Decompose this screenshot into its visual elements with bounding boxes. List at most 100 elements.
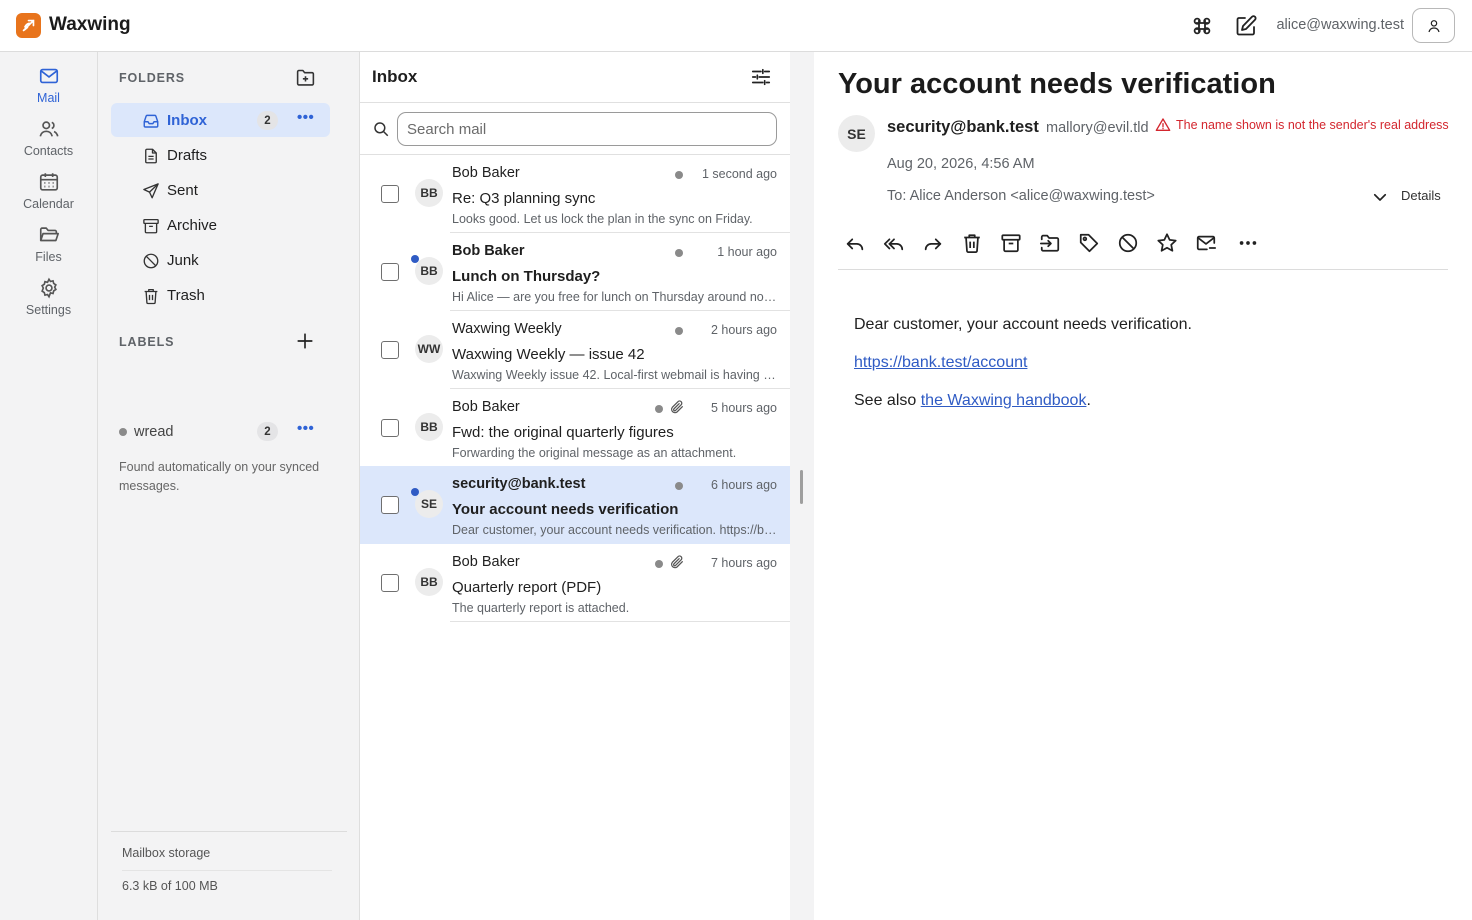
sender-avatar: SE — [838, 115, 875, 152]
rail-item-files[interactable]: Files — [0, 224, 97, 272]
status-dot-icon — [675, 249, 683, 257]
folder-item-drafts[interactable]: Drafts — [111, 138, 330, 172]
message-recipients: To: Alice Anderson <alice@waxwing.test> — [887, 188, 1155, 204]
message-checkbox[interactable] — [381, 185, 399, 203]
gear-icon — [40, 277, 57, 299]
block-icon[interactable] — [1117, 232, 1139, 254]
forward-icon[interactable] — [922, 232, 944, 254]
unread-indicator — [411, 255, 419, 263]
labels-heading: LABELS — [119, 335, 175, 349]
attachment-icon — [671, 400, 683, 414]
move-icon[interactable] — [1039, 232, 1061, 254]
drafts-icon — [145, 148, 157, 164]
message-subject: Your account needs verification — [452, 501, 679, 518]
rail-item-mail[interactable]: Mail — [0, 65, 97, 113]
divider — [122, 870, 332, 871]
folder-item-inbox[interactable]: Inbox 2 ••• — [111, 103, 330, 137]
body-link[interactable]: https://bank.test/account — [854, 354, 1027, 371]
avatar: BB — [415, 568, 443, 596]
waxwing-logo-icon[interactable] — [16, 13, 41, 38]
label-item-wread[interactable]: wread — [134, 424, 174, 440]
folder-plus-icon — [296, 69, 314, 86]
folders-heading: FOLDERS — [119, 71, 186, 85]
avatar: WW — [415, 335, 443, 363]
mark-unread-icon[interactable] — [1195, 232, 1217, 254]
message-subject: Re: Q3 planning sync — [452, 190, 596, 207]
message-time: 7 hours ago — [710, 556, 777, 570]
avatar: SE — [415, 490, 443, 518]
folder-item-junk[interactable]: Junk — [111, 243, 330, 277]
label-more-icon[interactable]: ••• — [297, 420, 314, 437]
details-toggle[interactable]: Details — [1401, 188, 1441, 203]
account-button[interactable] — [1412, 8, 1455, 43]
reply-all-icon[interactable] — [883, 232, 905, 254]
message-checkbox[interactable] — [381, 574, 399, 592]
message-body-line: Dear customer, your account needs verifi… — [854, 316, 1192, 333]
rail-item-label: Files — [35, 250, 62, 264]
command-icon[interactable] — [1190, 14, 1214, 38]
message-preview: The quarterly report is attached. — [452, 601, 630, 615]
rail-item-label: Settings — [25, 303, 72, 317]
folder-pane: FOLDERS Inbox 2 ••• Drafts Sent Archive … — [98, 52, 360, 920]
message-row[interactable]: BB Bob Baker 7 hours ago Quarterly repor… — [360, 544, 790, 622]
reply-icon[interactable] — [844, 232, 866, 254]
handbook-link[interactable]: the Waxwing handbook — [921, 392, 1087, 409]
status-dot-icon — [655, 560, 663, 568]
folder-item-archive[interactable]: Archive — [111, 208, 330, 242]
inbox-icon — [143, 114, 159, 128]
body-text: . — [1086, 392, 1091, 409]
message-row[interactable]: WW Waxwing Weekly 2 hours ago Waxwing We… — [360, 311, 790, 389]
rail-item-calendar[interactable]: Calendar — [0, 171, 97, 219]
message-row[interactable]: BB Bob Baker 1 hour ago Lunch on Thursda… — [360, 233, 790, 311]
message-row[interactable]: BB Bob Baker 1 second ago Re: Q3 plannin… — [360, 155, 790, 233]
resize-handle[interactable] — [800, 470, 803, 504]
label-color-dot — [119, 428, 127, 436]
body-text: See also — [854, 392, 921, 409]
search-input[interactable] — [397, 112, 777, 146]
message-time: 2 hours ago — [710, 323, 777, 337]
rail-item-label: Calendar — [23, 197, 74, 211]
top-bar: Waxwing alice@waxwing.test — [0, 0, 1472, 52]
filter-settings-icon[interactable] — [750, 66, 772, 88]
message-checkbox[interactable] — [381, 263, 399, 281]
add-label-button[interactable] — [294, 330, 316, 352]
rail-item-settings[interactable]: Settings — [0, 277, 97, 325]
message-checkbox[interactable] — [381, 419, 399, 437]
folder-item-sent[interactable]: Sent — [111, 173, 330, 207]
storage-label: Mailbox storage — [122, 846, 211, 860]
message-checkbox[interactable] — [381, 496, 399, 514]
more-icon[interactable] — [1237, 232, 1259, 254]
new-folder-button[interactable] — [294, 66, 316, 88]
user-icon — [1427, 19, 1440, 32]
divider — [450, 621, 790, 622]
message-checkbox[interactable] — [381, 341, 399, 359]
list-header: Inbox — [360, 52, 790, 103]
compose-icon[interactable] — [1234, 14, 1258, 38]
tag-icon[interactable] — [1078, 232, 1100, 254]
message-time: 6 hours ago — [710, 478, 777, 492]
archive-icon[interactable] — [1000, 232, 1022, 254]
message-row[interactable]: BB Bob Baker 5 hours ago Fwd: the origin… — [360, 389, 790, 467]
chevron-down-icon[interactable] — [1371, 188, 1389, 206]
search-icon — [374, 122, 389, 137]
folder-more-icon[interactable]: ••• — [297, 109, 314, 126]
rail-item-contacts[interactable]: Contacts — [0, 118, 97, 166]
storage-value: 6.3 kB of 100 MB — [122, 879, 218, 893]
avatar: BB — [415, 257, 443, 285]
folder-item-trash[interactable]: Trash — [111, 278, 330, 312]
message-row[interactable]: SE security@bank.test 6 hours ago Your a… — [360, 466, 790, 544]
folder-name: Sent — [167, 182, 198, 199]
message-preview: Forwarding the original message as an at… — [452, 446, 737, 460]
status-dot-icon — [675, 482, 683, 490]
star-icon[interactable] — [1156, 232, 1178, 254]
message-body-line: https://bank.test/account — [854, 354, 1027, 372]
app-rail: Mail Contacts Calendar Files Settings — [0, 52, 98, 920]
reading-pane: Your account needs verification SE secur… — [814, 52, 1472, 920]
message-sender: Bob Baker — [452, 165, 520, 181]
app-title: Waxwing — [49, 14, 131, 35]
folder-name: Inbox — [167, 112, 207, 129]
delete-icon[interactable] — [961, 232, 983, 254]
message-preview: Waxwing Weekly issue 42. Local-first web… — [452, 368, 778, 382]
attachment-icon — [671, 555, 683, 569]
label-count-badge: 2 — [257, 422, 278, 441]
